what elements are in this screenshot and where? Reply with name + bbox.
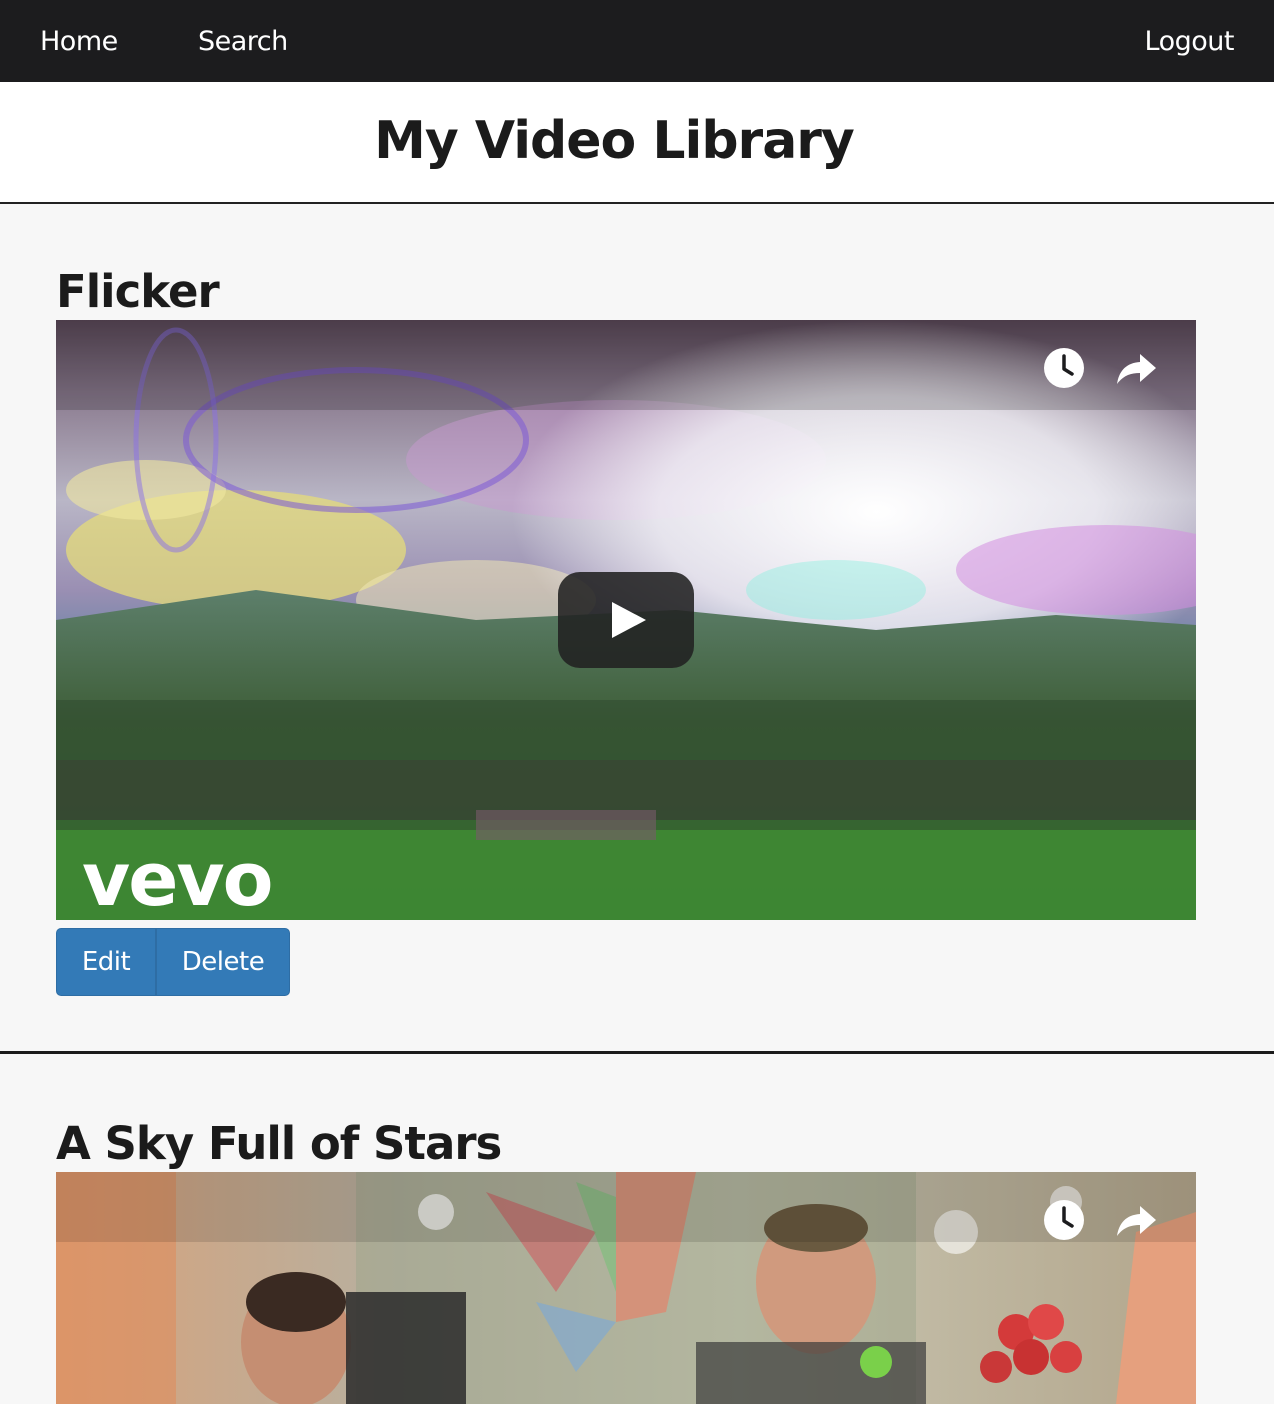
section-divider <box>0 1051 1274 1054</box>
play-icon <box>612 602 646 638</box>
video-player[interactable] <box>56 1172 1196 1404</box>
delete-button[interactable]: Delete <box>156 928 290 996</box>
clock-icon[interactable] <box>1042 346 1086 390</box>
nav-link-search[interactable]: Search <box>198 0 288 82</box>
video-title: Flicker <box>56 265 220 318</box>
page-header: My Video Library <box>0 82 1274 204</box>
nav-link-home[interactable]: Home <box>40 0 118 82</box>
nav-link-logout[interactable]: Logout <box>1145 0 1235 82</box>
vevo-logo: vevo <box>82 837 274 920</box>
edit-button[interactable]: Edit <box>56 928 156 996</box>
video-player[interactable]: vevo <box>56 320 1196 920</box>
video-thumbnail <box>56 1172 1196 1404</box>
clock-icon[interactable] <box>1042 1198 1086 1242</box>
top-navbar: Home Search Logout <box>0 0 1274 82</box>
share-icon[interactable] <box>1114 1198 1158 1242</box>
play-button[interactable] <box>558 572 694 668</box>
share-icon[interactable] <box>1114 346 1158 390</box>
page-title: My Video Library <box>374 111 855 171</box>
video-title: A Sky Full of Stars <box>56 1117 502 1170</box>
